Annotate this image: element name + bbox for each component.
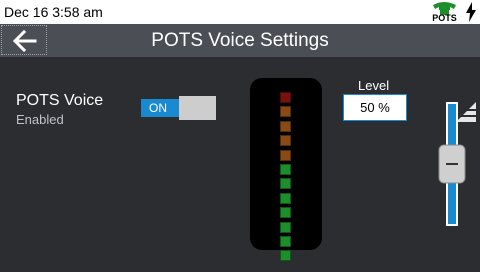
audio-level-meter [250, 78, 322, 262]
volume-ramp-icon [456, 102, 476, 122]
pots-phone-icon: POTS [431, 1, 458, 23]
meter-segment [280, 120, 291, 132]
level-slider[interactable] [438, 100, 478, 230]
meter-segment [280, 106, 291, 118]
pots-voice-label: POTS Voice [16, 92, 104, 109]
meter-segment [280, 135, 291, 147]
level-value-field[interactable]: 50 % [343, 94, 407, 121]
level-label: Level [358, 78, 390, 93]
pots-label: POTS [432, 13, 457, 23]
meter-segment [280, 192, 291, 204]
charging-bolt-icon [465, 2, 477, 22]
meter-segment [280, 178, 291, 190]
status-time: Dec 16 3:58 am [4, 4, 103, 20]
meter-segment [280, 250, 291, 262]
pots-voice-state: Enabled [16, 112, 64, 127]
status-bar: Dec 16 3:58 am POTS [0, 0, 480, 24]
meter-segment [280, 236, 291, 247]
meter-segment [280, 92, 291, 103]
toggle-on-label: ON [141, 99, 179, 117]
meter-segment [280, 207, 291, 219]
meter-segment [280, 149, 291, 161]
toggle-knob[interactable] [179, 96, 216, 120]
page-title: POTS Voice Settings [151, 30, 329, 51]
title-bar: POTS Voice Settings [0, 24, 480, 57]
pots-voice-toggle[interactable]: ON [141, 96, 216, 120]
meter-segment [280, 164, 291, 175]
meter-segment [280, 221, 291, 233]
